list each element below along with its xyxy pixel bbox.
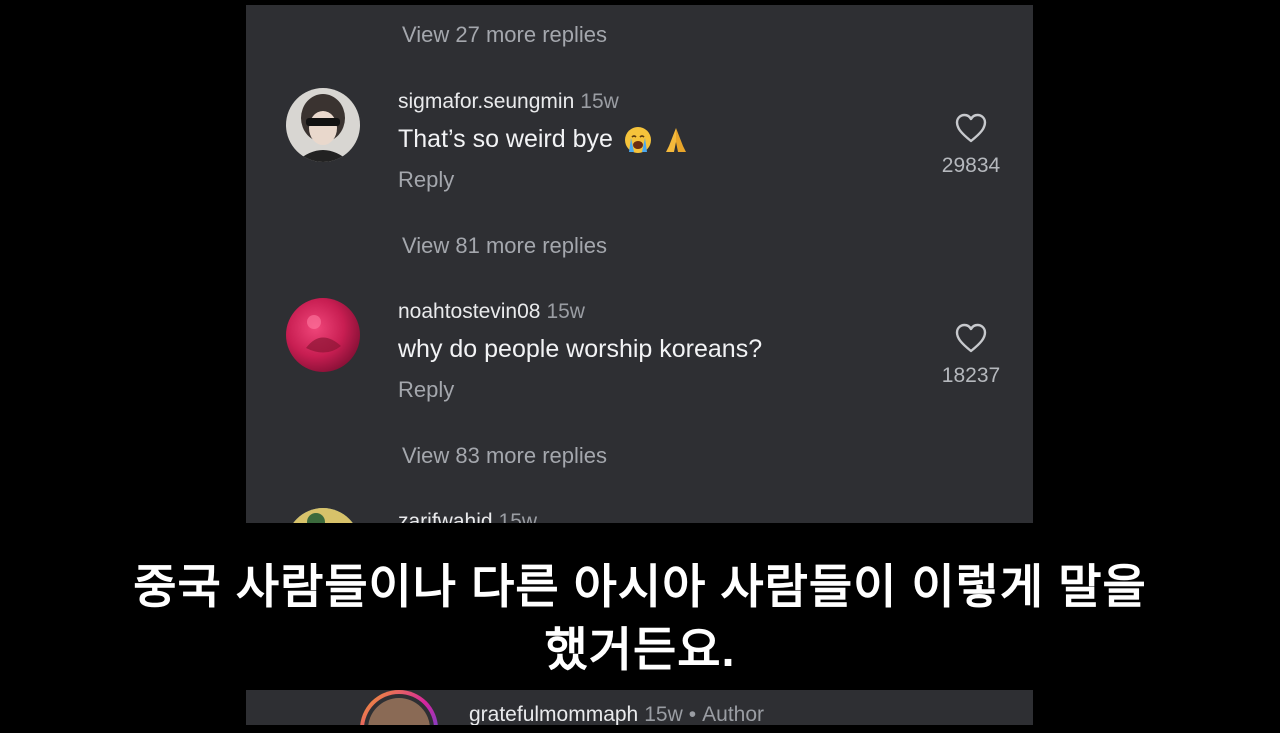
crying-face-emoji-icon: [624, 127, 651, 154]
author-badge: Author: [702, 703, 765, 725]
comment-item: sigmafor.seungmin 15w That’s so weird bye…: [246, 88, 1033, 208]
avatar[interactable]: [286, 298, 360, 372]
heart-icon[interactable]: [954, 322, 988, 354]
timestamp: 15w: [546, 300, 585, 323]
username[interactable]: sigmafor.seungmin: [398, 90, 574, 113]
comment-user-line: sigmafor.seungmin 15w: [398, 90, 619, 114]
subtitle-line-1: 중국 사람들이나 다른 아시아 사람들이 이렇게 말을: [133, 560, 1147, 613]
comment-item: noahtostevin08 15w why do people worship …: [246, 298, 1033, 418]
like-count: 18237: [941, 364, 1001, 387]
reply-button[interactable]: Reply: [398, 377, 454, 403]
author-comment-panel: gratefulmommaph 15w • Author: [246, 690, 1033, 725]
comment-item: zarifwahid 15w: [246, 508, 1033, 523]
comment-user-line: gratefulmommaph 15w • Author: [469, 703, 764, 725]
view-more-replies-link[interactable]: View 83 more replies: [402, 443, 607, 469]
timestamp: 15w: [498, 510, 538, 523]
view-more-replies-link[interactable]: View 81 more replies: [402, 233, 607, 259]
comment-text: That’s so weird bye: [398, 125, 689, 154]
comment-text: why do people worship koreans?: [398, 335, 763, 363]
avatar[interactable]: [360, 690, 438, 725]
timestamp: 15w: [644, 703, 683, 725]
comment-user-line: noahtostevin08 15w: [398, 300, 585, 324]
comment-text-body: That’s so weird bye: [398, 125, 613, 153]
subtitle-line-2: 했거든요.: [544, 623, 736, 676]
separator-dot: •: [688, 703, 697, 725]
like-count: 29834: [941, 154, 1001, 177]
heart-icon[interactable]: [954, 112, 988, 144]
reply-button[interactable]: Reply: [398, 167, 454, 193]
comment-user-line: zarifwahid 15w: [398, 510, 537, 523]
username[interactable]: gratefulmommaph: [469, 703, 638, 725]
username[interactable]: zarifwahid: [398, 510, 493, 523]
timestamp: 15w: [580, 90, 619, 113]
avatar[interactable]: [286, 508, 360, 523]
comments-panel: View 27 more replies sigmafor.seungmin 15…: [246, 5, 1033, 523]
view-more-replies-link[interactable]: View 27 more replies: [402, 22, 607, 48]
folded-hands-emoji-icon: [665, 128, 686, 153]
username[interactable]: noahtostevin08: [398, 300, 540, 323]
avatar[interactable]: [286, 88, 360, 162]
